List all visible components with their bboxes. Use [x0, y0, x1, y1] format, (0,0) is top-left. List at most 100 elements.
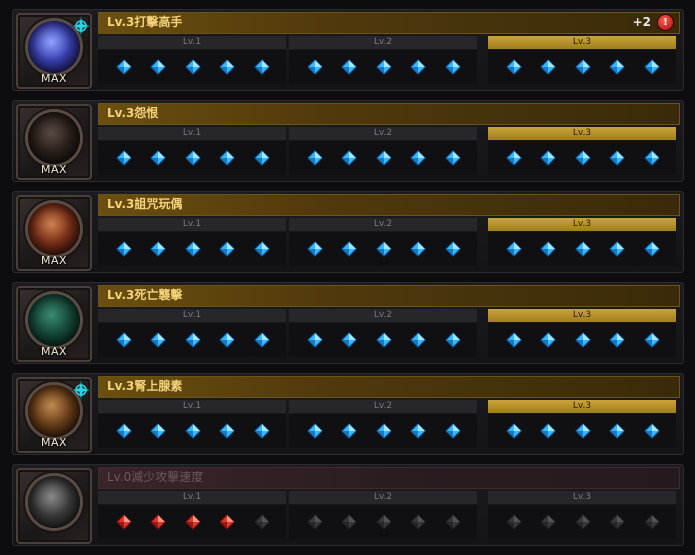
- blue-gem-icon[interactable]: [116, 150, 132, 166]
- blue-gem-icon[interactable]: [445, 59, 461, 75]
- red-gem-icon[interactable]: [116, 514, 132, 530]
- blue-gem-icon[interactable]: [185, 150, 201, 166]
- blue-gem-icon[interactable]: [575, 59, 591, 75]
- blue-gem-icon[interactable]: [445, 150, 461, 166]
- blue-gem-icon[interactable]: [254, 241, 270, 257]
- blue-gem-icon[interactable]: [116, 423, 132, 439]
- blue-gem-icon[interactable]: [540, 150, 556, 166]
- blue-gem-icon[interactable]: [185, 241, 201, 257]
- skill-row[interactable]: MAX Lv.3怨恨 Lv.1 Lv.2 Lv.3: [12, 100, 684, 182]
- blue-gem-icon[interactable]: [150, 150, 166, 166]
- blue-gem-icon[interactable]: [376, 59, 392, 75]
- blue-gem-icon[interactable]: [307, 150, 323, 166]
- gray-gem-icon[interactable]: [410, 514, 426, 530]
- skill-portrait[interactable]: [16, 468, 92, 544]
- blue-gem-icon[interactable]: [341, 59, 357, 75]
- skill-portrait[interactable]: MAX: [16, 104, 92, 180]
- skill-row[interactable]: MAX Lv.3死亡襲擊 Lv.1 Lv.2 Lv.3: [12, 282, 684, 364]
- skill-portrait[interactable]: MAX: [16, 286, 92, 362]
- blue-gem-icon[interactable]: [150, 241, 166, 257]
- blue-gem-icon[interactable]: [644, 241, 660, 257]
- skill-row[interactable]: Lv.0減少攻擊速度 Lv.1 Lv.2 Lv.3: [12, 464, 684, 546]
- skill-portrait[interactable]: MAX: [16, 195, 92, 271]
- blue-gem-icon[interactable]: [341, 241, 357, 257]
- blue-gem-icon[interactable]: [506, 150, 522, 166]
- blue-gem-icon[interactable]: [575, 150, 591, 166]
- gray-gem-icon[interactable]: [341, 514, 357, 530]
- blue-gem-icon[interactable]: [185, 423, 201, 439]
- blue-gem-icon[interactable]: [341, 332, 357, 348]
- blue-gem-icon[interactable]: [376, 241, 392, 257]
- blue-gem-icon[interactable]: [219, 423, 235, 439]
- alert-icon[interactable]: !: [658, 15, 673, 30]
- blue-gem-icon[interactable]: [540, 423, 556, 439]
- red-gem-icon[interactable]: [219, 514, 235, 530]
- gray-gem-icon[interactable]: [445, 514, 461, 530]
- blue-gem-icon[interactable]: [609, 59, 625, 75]
- skill-portrait[interactable]: MAX: [16, 377, 92, 453]
- blue-gem-icon[interactable]: [219, 332, 235, 348]
- blue-gem-icon[interactable]: [376, 332, 392, 348]
- blue-gem-icon[interactable]: [410, 150, 426, 166]
- blue-gem-icon[interactable]: [185, 59, 201, 75]
- gray-gem-icon[interactable]: [575, 514, 591, 530]
- gray-gem-icon[interactable]: [254, 514, 270, 530]
- blue-gem-icon[interactable]: [410, 332, 426, 348]
- blue-gem-icon[interactable]: [609, 150, 625, 166]
- blue-gem-icon[interactable]: [445, 241, 461, 257]
- skill-row[interactable]: MAX Lv.3打擊高手 +2! Lv.1 Lv.2 Lv.3: [12, 9, 684, 91]
- gray-gem-icon[interactable]: [376, 514, 392, 530]
- blue-gem-icon[interactable]: [219, 150, 235, 166]
- gray-gem-icon[interactable]: [609, 514, 625, 530]
- blue-gem-icon[interactable]: [506, 241, 522, 257]
- blue-gem-icon[interactable]: [609, 332, 625, 348]
- blue-gem-icon[interactable]: [116, 59, 132, 75]
- blue-gem-icon[interactable]: [506, 59, 522, 75]
- skill-row[interactable]: MAX Lv.3腎上腺素 Lv.1 Lv.2 Lv.3: [12, 373, 684, 455]
- blue-gem-icon[interactable]: [307, 59, 323, 75]
- blue-gem-icon[interactable]: [341, 423, 357, 439]
- blue-gem-icon[interactable]: [644, 332, 660, 348]
- blue-gem-icon[interactable]: [410, 423, 426, 439]
- blue-gem-icon[interactable]: [307, 332, 323, 348]
- blue-gem-icon[interactable]: [116, 332, 132, 348]
- blue-gem-icon[interactable]: [644, 423, 660, 439]
- red-gem-icon[interactable]: [150, 514, 166, 530]
- skill-portrait[interactable]: MAX: [16, 13, 92, 89]
- blue-gem-icon[interactable]: [254, 59, 270, 75]
- blue-gem-icon[interactable]: [376, 150, 392, 166]
- blue-gem-icon[interactable]: [307, 423, 323, 439]
- blue-gem-icon[interactable]: [116, 241, 132, 257]
- blue-gem-icon[interactable]: [609, 423, 625, 439]
- gray-gem-icon[interactable]: [540, 514, 556, 530]
- blue-gem-icon[interactable]: [644, 150, 660, 166]
- blue-gem-icon[interactable]: [219, 241, 235, 257]
- blue-gem-icon[interactable]: [575, 423, 591, 439]
- blue-gem-icon[interactable]: [150, 59, 166, 75]
- gray-gem-icon[interactable]: [506, 514, 522, 530]
- blue-gem-icon[interactable]: [254, 332, 270, 348]
- blue-gem-icon[interactable]: [254, 150, 270, 166]
- blue-gem-icon[interactable]: [540, 59, 556, 75]
- blue-gem-icon[interactable]: [219, 59, 235, 75]
- blue-gem-icon[interactable]: [341, 150, 357, 166]
- blue-gem-icon[interactable]: [575, 332, 591, 348]
- blue-gem-icon[interactable]: [410, 241, 426, 257]
- blue-gem-icon[interactable]: [410, 59, 426, 75]
- blue-gem-icon[interactable]: [575, 241, 591, 257]
- blue-gem-icon[interactable]: [185, 332, 201, 348]
- gray-gem-icon[interactable]: [307, 514, 323, 530]
- blue-gem-icon[interactable]: [150, 332, 166, 348]
- blue-gem-icon[interactable]: [644, 59, 660, 75]
- blue-gem-icon[interactable]: [506, 423, 522, 439]
- blue-gem-icon[interactable]: [376, 423, 392, 439]
- blue-gem-icon[interactable]: [506, 332, 522, 348]
- skill-row[interactable]: MAX Lv.3詛咒玩偶 Lv.1 Lv.2 Lv.3: [12, 191, 684, 273]
- blue-gem-icon[interactable]: [307, 241, 323, 257]
- blue-gem-icon[interactable]: [150, 423, 166, 439]
- blue-gem-icon[interactable]: [445, 423, 461, 439]
- red-gem-icon[interactable]: [185, 514, 201, 530]
- blue-gem-icon[interactable]: [540, 241, 556, 257]
- blue-gem-icon[interactable]: [540, 332, 556, 348]
- gray-gem-icon[interactable]: [644, 514, 660, 530]
